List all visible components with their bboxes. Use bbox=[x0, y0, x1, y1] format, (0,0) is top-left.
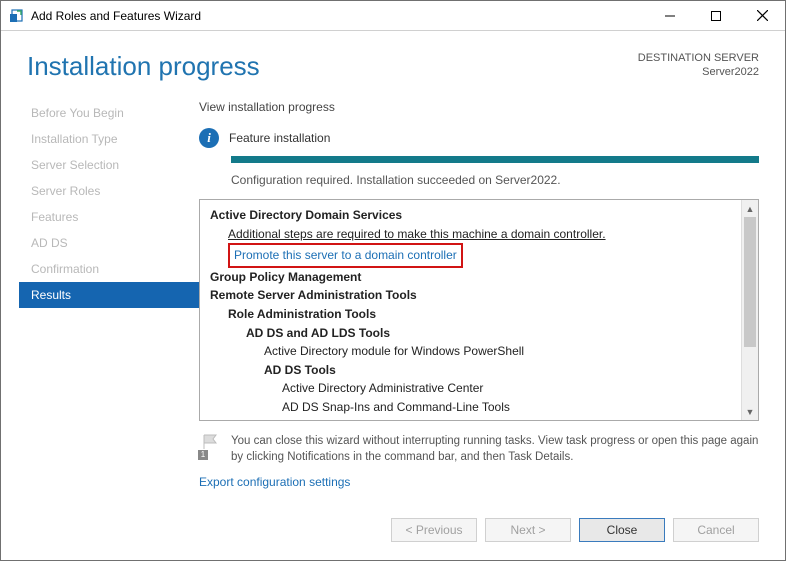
gpm-heading: Group Policy Management bbox=[210, 268, 731, 287]
status-text: Configuration required. Installation suc… bbox=[231, 173, 759, 187]
nav-server-roles: Server Roles bbox=[19, 178, 199, 204]
adac: Active Directory Administrative Center bbox=[210, 379, 731, 398]
adds-tools-heading: AD DS Tools bbox=[210, 361, 731, 380]
scrollbar[interactable]: ▲ ▼ bbox=[741, 200, 758, 420]
scroll-down-button[interactable]: ▼ bbox=[742, 403, 758, 420]
rsat-heading: Remote Server Administration Tools bbox=[210, 286, 731, 305]
progress-fill bbox=[231, 156, 759, 163]
flag-badge: 1 bbox=[197, 449, 209, 461]
maximize-button[interactable] bbox=[693, 1, 739, 30]
body: Before You Begin Installation Type Serve… bbox=[1, 82, 785, 504]
snapins: AD DS Snap-Ins and Command-Line Tools bbox=[210, 398, 731, 417]
note-text: You can close this wizard without interr… bbox=[231, 433, 759, 465]
nav-server-selection: Server Selection bbox=[19, 152, 199, 178]
window-title: Add Roles and Features Wizard bbox=[31, 9, 201, 23]
destination-label: DESTINATION SERVER bbox=[638, 51, 759, 65]
titlebar: Add Roles and Features Wizard bbox=[1, 1, 785, 31]
progress-bar bbox=[231, 156, 759, 163]
scroll-track[interactable] bbox=[742, 217, 758, 403]
info-icon: i bbox=[199, 128, 219, 148]
next-button: Next > bbox=[485, 518, 571, 542]
page-title: Installation progress bbox=[27, 51, 260, 82]
app-icon bbox=[9, 8, 25, 24]
details-inner: Active Directory Domain Services Additio… bbox=[200, 200, 741, 420]
nav-features: Features bbox=[19, 204, 199, 230]
previous-button: < Previous bbox=[391, 518, 477, 542]
close-wizard-button[interactable]: Close bbox=[579, 518, 665, 542]
note-row: 1 You can close this wizard without inte… bbox=[199, 433, 759, 465]
adds-note: Additional steps are required to make th… bbox=[210, 225, 731, 244]
footer: < Previous Next > Close Cancel bbox=[1, 504, 785, 560]
flag-icon: 1 bbox=[199, 433, 221, 459]
promote-link[interactable]: Promote this server to a domain controll… bbox=[228, 243, 463, 268]
cancel-button: Cancel bbox=[673, 518, 759, 542]
window-controls bbox=[647, 1, 785, 30]
close-button[interactable] bbox=[739, 1, 785, 30]
minimize-button[interactable] bbox=[647, 1, 693, 30]
export-link[interactable]: Export configuration settings bbox=[199, 475, 759, 489]
destination-server: DESTINATION SERVER Server2022 bbox=[638, 51, 759, 82]
destination-name: Server2022 bbox=[638, 65, 759, 79]
scroll-thumb[interactable] bbox=[744, 217, 756, 347]
header: Installation progress DESTINATION SERVER… bbox=[1, 31, 785, 82]
adds-lds-heading: AD DS and AD LDS Tools bbox=[210, 324, 731, 343]
scroll-up-button[interactable]: ▲ bbox=[742, 200, 758, 217]
nav-before-you-begin: Before You Begin bbox=[19, 100, 199, 126]
nav-results[interactable]: Results bbox=[19, 282, 199, 308]
adds-heading: Active Directory Domain Services bbox=[210, 206, 731, 225]
feature-label: Feature installation bbox=[229, 131, 330, 145]
nav-ad-ds: AD DS bbox=[19, 230, 199, 256]
nav-steps: Before You Begin Installation Type Serve… bbox=[27, 100, 199, 504]
nav-confirmation: Confirmation bbox=[19, 256, 199, 282]
details-box: Active Directory Domain Services Additio… bbox=[199, 199, 759, 421]
main-panel: View installation progress i Feature ins… bbox=[199, 100, 759, 504]
wizard-window: Add Roles and Features Wizard Installati… bbox=[0, 0, 786, 561]
feature-row: i Feature installation bbox=[199, 128, 759, 148]
nav-installation-type: Installation Type bbox=[19, 126, 199, 152]
section-label: View installation progress bbox=[199, 100, 759, 114]
role-admin-heading: Role Administration Tools bbox=[210, 305, 731, 324]
ad-module: Active Directory module for Windows Powe… bbox=[210, 342, 731, 361]
